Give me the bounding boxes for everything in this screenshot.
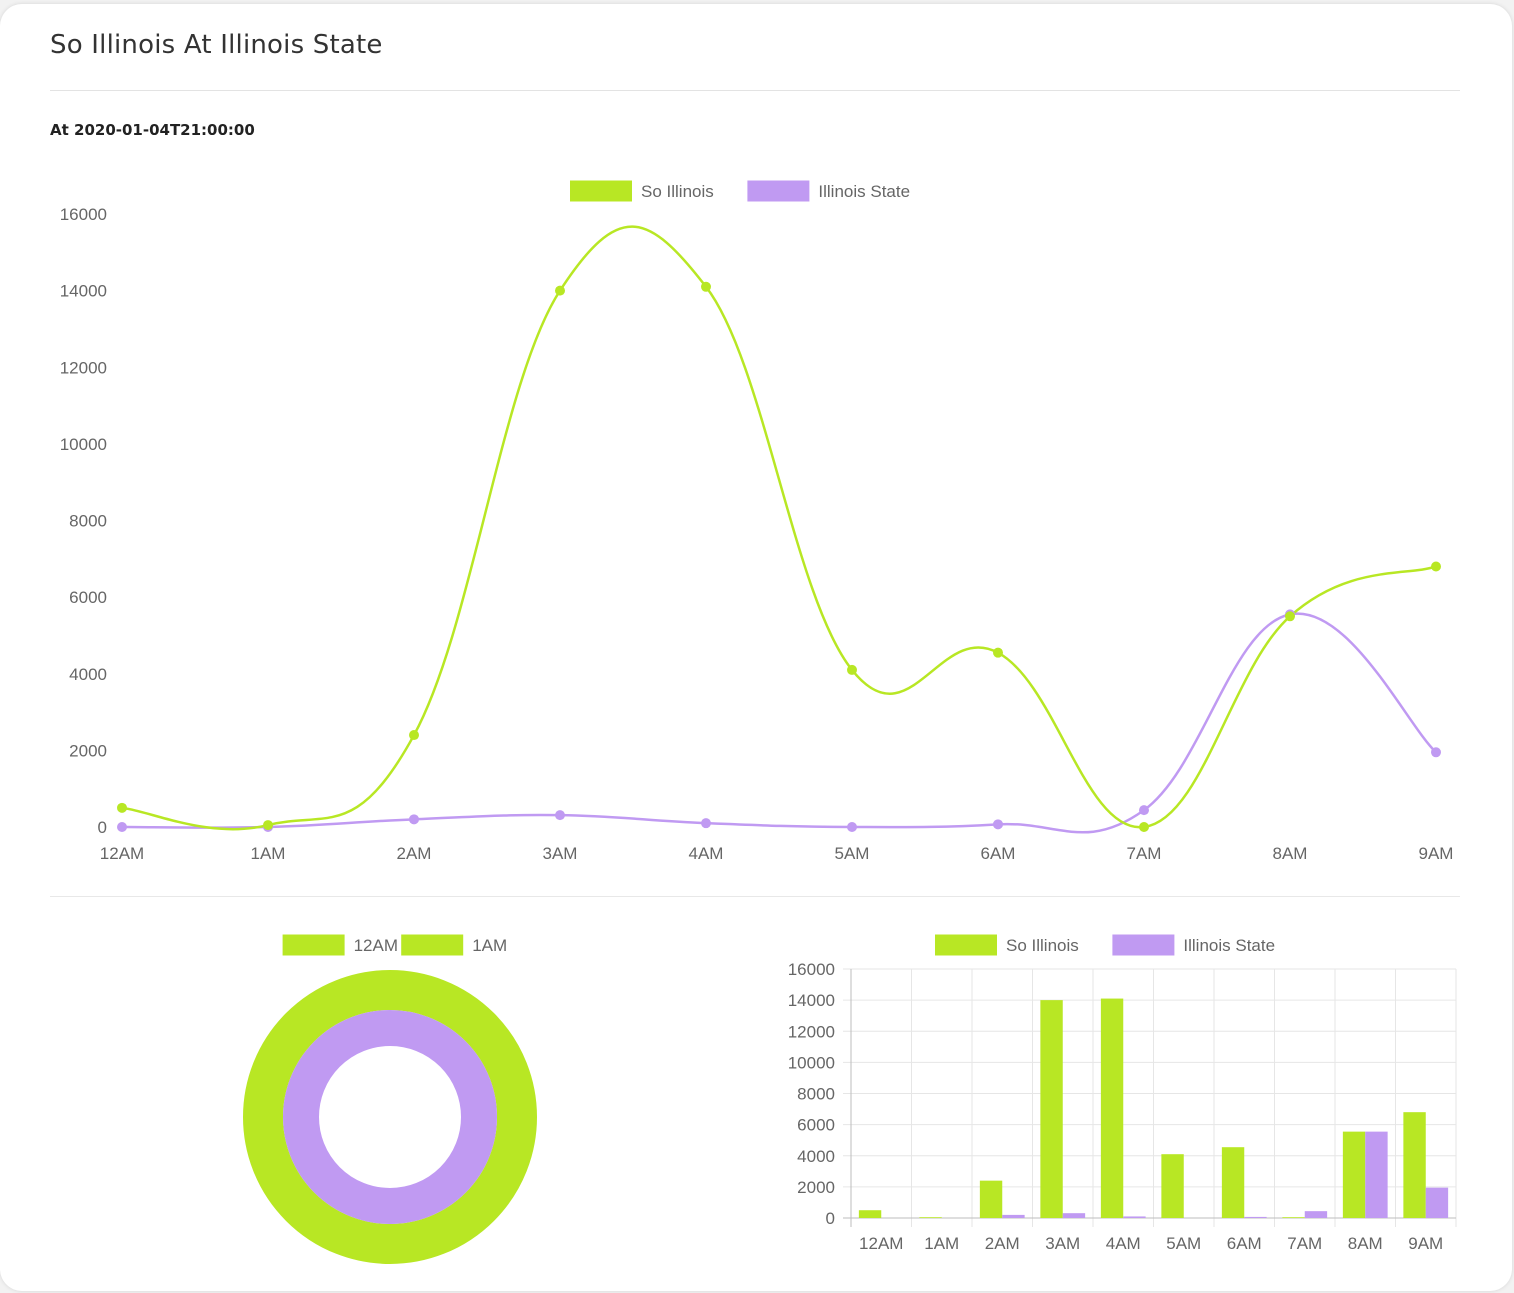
- bar-x-tick-3am: 3AM: [1045, 1234, 1080, 1253]
- bar-so-illinois-1am: [919, 1217, 942, 1218]
- bar-so-illinois-7am: [1282, 1217, 1305, 1218]
- bar-x-tick-9am: 9AM: [1408, 1234, 1443, 1253]
- bar-y-tick-2000: 2000: [797, 1178, 835, 1197]
- bar-y-tick-6000: 6000: [797, 1116, 835, 1135]
- bar-so-illinois-2am: [979, 1180, 1003, 1218]
- bar-chart: So Illinois Illinois State 0 2000 4000 6000 80…: [788, 934, 1457, 1253]
- bar-x-tick-4am: 4AM: [1106, 1234, 1141, 1253]
- bar-illinois-state-3am: [1062, 1213, 1086, 1218]
- bar-x-tick-12am: 12AM: [859, 1234, 903, 1253]
- bar-y-tick-12000: 12000: [788, 1022, 835, 1041]
- bar-so-illinois-8am: [1342, 1131, 1366, 1218]
- bar-so-illinois-9am: [1403, 1112, 1426, 1218]
- bar-y-tick-14000: 14000: [788, 991, 835, 1010]
- bar-so-illinois-3am: [1040, 1000, 1063, 1218]
- bar-x-tick-1am: 1AM: [924, 1234, 959, 1253]
- bar-x-tick-6am: 6AM: [1227, 1234, 1262, 1253]
- bar-illinois-state-8am: [1365, 1131, 1388, 1218]
- bar-legend-swatch-illinois-state: [1112, 934, 1175, 956]
- bar-y-tick-16000: 16000: [788, 960, 835, 979]
- bar-so-illinois-4am: [1100, 998, 1124, 1218]
- bar-y-tick-4000: 4000: [797, 1147, 835, 1166]
- bar-illinois-state-6am: [1244, 1216, 1267, 1218]
- bar-y-tick-0: 0: [826, 1209, 835, 1228]
- bar-so-illinois-5am: [1161, 1154, 1184, 1218]
- bar-x-tick-5am: 5AM: [1166, 1234, 1201, 1253]
- bar-illinois-state-4am: [1123, 1216, 1146, 1218]
- bar-y-tick-10000: 10000: [788, 1053, 835, 1072]
- bar-legend-label-illinois-state: Illinois State: [1183, 936, 1275, 955]
- bar-illinois-state-2am: [1002, 1214, 1025, 1218]
- bar-illinois-state-9am: [1425, 1187, 1449, 1218]
- bar-y-tick-8000: 8000: [797, 1085, 835, 1104]
- bar-legend-label-so-illinois: So Illinois: [1006, 936, 1079, 955]
- bar-x-tick-7am: 7AM: [1287, 1234, 1322, 1253]
- bar-so-illinois-12am: [858, 1210, 882, 1218]
- bar-illinois-state-7am: [1304, 1211, 1328, 1218]
- bar-x-tick-8am: 8AM: [1348, 1234, 1383, 1253]
- bar-x-tick-2am: 2AM: [985, 1234, 1020, 1253]
- bar-so-illinois-6am: [1221, 1147, 1245, 1218]
- bar-legend-swatch-so-illinois: [935, 934, 997, 956]
